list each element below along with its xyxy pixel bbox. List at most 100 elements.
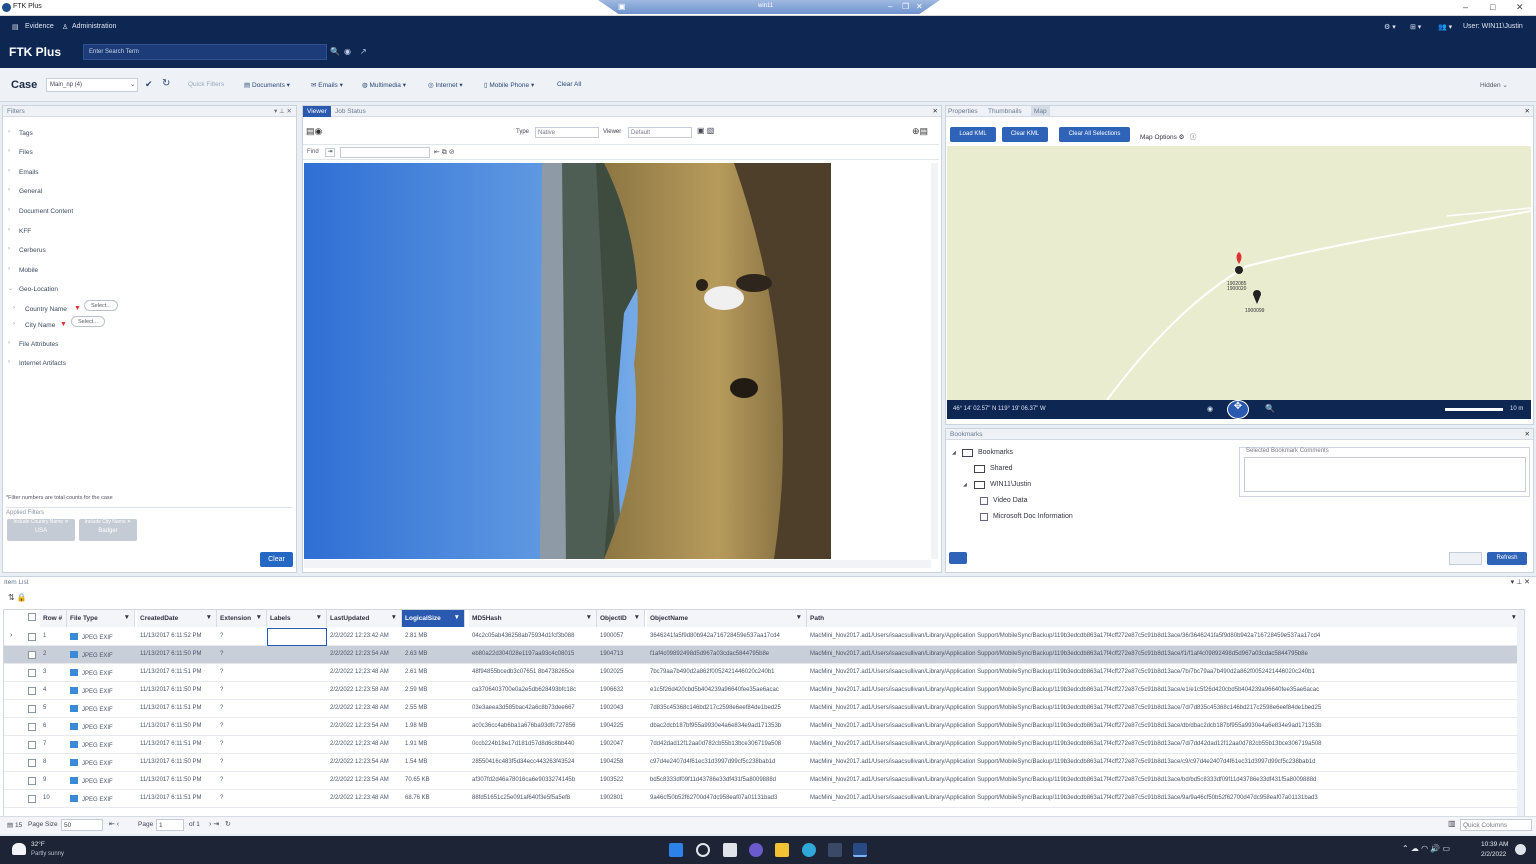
folder-icon[interactable]	[962, 449, 973, 457]
row-checkbox[interactable]	[28, 687, 36, 695]
menu-mobile-phone[interactable]: ▯ Mobile Phone ▾	[484, 81, 534, 89]
filter-item[interactable]: Tags	[19, 130, 33, 137]
load-kml-button[interactable]: Load KML	[950, 127, 996, 142]
menu-documents[interactable]: ▤ Documents ▾	[244, 81, 290, 89]
tree-expand-icon[interactable]: ◢	[963, 482, 967, 488]
column-filter-icon[interactable]: ▼	[586, 614, 592, 621]
type-select[interactable]: Native	[535, 127, 599, 138]
search-icon[interactable]: 🔍	[330, 47, 340, 56]
next-last-icons[interactable]: › ⇥ ↻	[209, 820, 231, 828]
row-checkbox[interactable]	[28, 741, 36, 749]
table-scrollbar[interactable]	[1517, 610, 1524, 816]
filter-item[interactable]: Cerberus	[19, 247, 46, 254]
zoom-icons[interactable]: ⊕▤	[912, 126, 928, 137]
people-icon[interactable]: 👥 ▾	[1438, 23, 1452, 31]
viewer-doc-icon[interactable]: ▤◉	[306, 126, 322, 137]
filter-item[interactable]: Files	[19, 149, 33, 156]
edge-icon[interactable]	[802, 843, 816, 857]
chat-icon[interactable]	[749, 843, 763, 857]
table-row[interactable]: 5 JPEG EXIF 11/13/2017 6:11:51 PM? 2/2/2022…	[4, 700, 1524, 718]
expand-icon[interactable]: ›	[8, 359, 10, 365]
refresh-button[interactable]: Refresh	[1487, 552, 1527, 565]
vm-connection-bar[interactable]: ▣ win11 – ❐ ✕	[598, 0, 940, 14]
country-select-button[interactable]: Select...	[84, 300, 118, 311]
map-marker[interactable]	[1253, 290, 1261, 304]
close-icon[interactable]: ✕	[1525, 107, 1530, 115]
table-row[interactable]: 7 JPEG EXIF 11/13/2017 6:11:51 PM? 2/2/2022…	[4, 736, 1524, 754]
search-input[interactable]: Enter Search Term	[83, 44, 327, 60]
menu-multimedia[interactable]: ◍ Multimedia ▾	[362, 81, 406, 89]
expand-icon[interactable]: ›	[8, 207, 10, 213]
page-size-select[interactable]: 50	[61, 819, 103, 831]
first-prev-icons[interactable]: ⇤ ‹	[109, 820, 119, 828]
column-header[interactable]: LogicalSize ▼	[402, 610, 465, 627]
vm-pin-icon[interactable]: ▣	[618, 2, 626, 11]
check-icon[interactable]: ✔	[145, 79, 153, 90]
viewer-tool-icons[interactable]: ▣ ▧	[697, 126, 714, 135]
panel-controls-icon[interactable]: ▾ ⊥ ✕	[1511, 578, 1530, 586]
close-icon[interactable]: ✕	[1525, 430, 1530, 438]
column-filter-icon[interactable]: ▼	[206, 614, 212, 621]
find-options-icon[interactable]: ⇥	[325, 148, 335, 157]
expand-icon[interactable]: ›	[13, 305, 15, 311]
filter-item[interactable]: File Attributes	[19, 341, 58, 348]
viewer-select[interactable]: Default	[628, 127, 692, 138]
viewer-scrollbar[interactable]	[931, 163, 938, 559]
app-icon[interactable]	[828, 843, 842, 857]
column-header[interactable]: ObjectName ▼	[647, 610, 807, 627]
quick-columns-select[interactable]: Quick Columns	[1460, 819, 1532, 831]
filter-item[interactable]: Country Name	[25, 306, 67, 313]
table-row[interactable]: 4 JPEG EXIF 11/13/2017 6:11:50 PM? 2/2/2022…	[4, 682, 1524, 700]
filter-item[interactable]: KFF	[19, 228, 31, 235]
start-icon[interactable]	[669, 843, 683, 857]
table-row[interactable]: 2 JPEG EXIF 11/13/2017 6:11:50 PM? 2/2/2022…	[4, 646, 1524, 664]
folder-icon[interactable]	[974, 465, 985, 473]
ftk-taskbar-icon[interactable]	[853, 843, 867, 857]
row-checkbox[interactable]	[28, 759, 36, 767]
column-header[interactable]: CreatedDate ▼	[137, 610, 217, 627]
row-checkbox[interactable]	[28, 777, 36, 785]
find-nav-icons[interactable]: ⇤ ⧉ ⊘	[434, 148, 455, 157]
search-icon[interactable]	[696, 843, 710, 857]
maximize-icon[interactable]: □	[1490, 2, 1495, 12]
table-row[interactable]: 6 JPEG EXIF 11/13/2017 6:11:50 PM? 2/2/2022…	[4, 718, 1524, 736]
expand-icon[interactable]: ›	[8, 246, 10, 252]
layout-icon[interactable]: ⊞ ▾	[1410, 23, 1421, 31]
clear-kml-button[interactable]: Clear KML	[1002, 127, 1048, 142]
panel-controls-icon[interactable]: ▾ ⊥ ✕	[274, 107, 292, 115]
list-tool-icons[interactable]: ⇅ 🔒	[8, 593, 27, 602]
row-checkbox[interactable]	[28, 633, 36, 641]
table-row[interactable]: › 1 JPEG EXIF 11/13/2017 6:11:52 PM? 2/2/202…	[4, 628, 1524, 646]
column-header[interactable]: File Type ▼	[67, 610, 135, 627]
checkbox[interactable]	[980, 513, 988, 521]
chevron-down-icon[interactable]: ⌄	[130, 80, 135, 88]
folder-icon[interactable]	[974, 481, 985, 489]
tab-properties[interactable]: Properties	[948, 108, 978, 115]
applied-filter-chip[interactable]: Include City Name ✕ Badger	[79, 519, 137, 541]
filter-item[interactable]: Emails	[19, 169, 39, 176]
minimize-icon[interactable]: –	[1463, 2, 1468, 12]
row-checkbox[interactable]	[28, 795, 36, 803]
user-menu[interactable]: User: WIN11\Justin	[1463, 23, 1523, 30]
table-row[interactable]: 10 JPEG EXIF 11/13/2017 6:11:51 PM? 2/2/202…	[4, 790, 1524, 808]
column-header[interactable]: LastUpdated ▼	[327, 610, 402, 627]
nav-administration[interactable]: Administration	[72, 23, 116, 30]
tree-expand-icon[interactable]: ◢	[952, 450, 956, 456]
column-header[interactable]: Path ▼	[807, 610, 1522, 627]
column-header[interactable]: Row #	[40, 610, 67, 627]
row-checkbox[interactable]	[28, 723, 36, 731]
column-header[interactable]: Labels ▼	[267, 610, 327, 627]
vm-restore-icon[interactable]: ❐	[902, 2, 909, 11]
case-select[interactable]: Main_np (4)	[46, 78, 138, 92]
find-input[interactable]	[340, 147, 430, 158]
expand-icon[interactable]: ›	[8, 168, 10, 174]
table-row[interactable]: 3 JPEG EXIF 11/13/2017 6:11:51 PM? 2/2/2022…	[4, 664, 1524, 682]
nav-evidence[interactable]: Evidence	[25, 23, 54, 30]
filter-item[interactable]: Geo-Location	[19, 286, 58, 293]
table-row[interactable]: 8 JPEG EXIF 11/13/2017 6:11:50 PM? 2/2/2022…	[4, 754, 1524, 772]
task-view-icon[interactable]	[723, 843, 737, 857]
column-filter-icon[interactable]: ▼	[256, 614, 262, 621]
quick-filters[interactable]: Quick Filters	[188, 81, 224, 88]
column-filter-icon[interactable]: ▼	[124, 614, 130, 621]
pan-control-icon[interactable]: ✥	[1227, 400, 1249, 419]
